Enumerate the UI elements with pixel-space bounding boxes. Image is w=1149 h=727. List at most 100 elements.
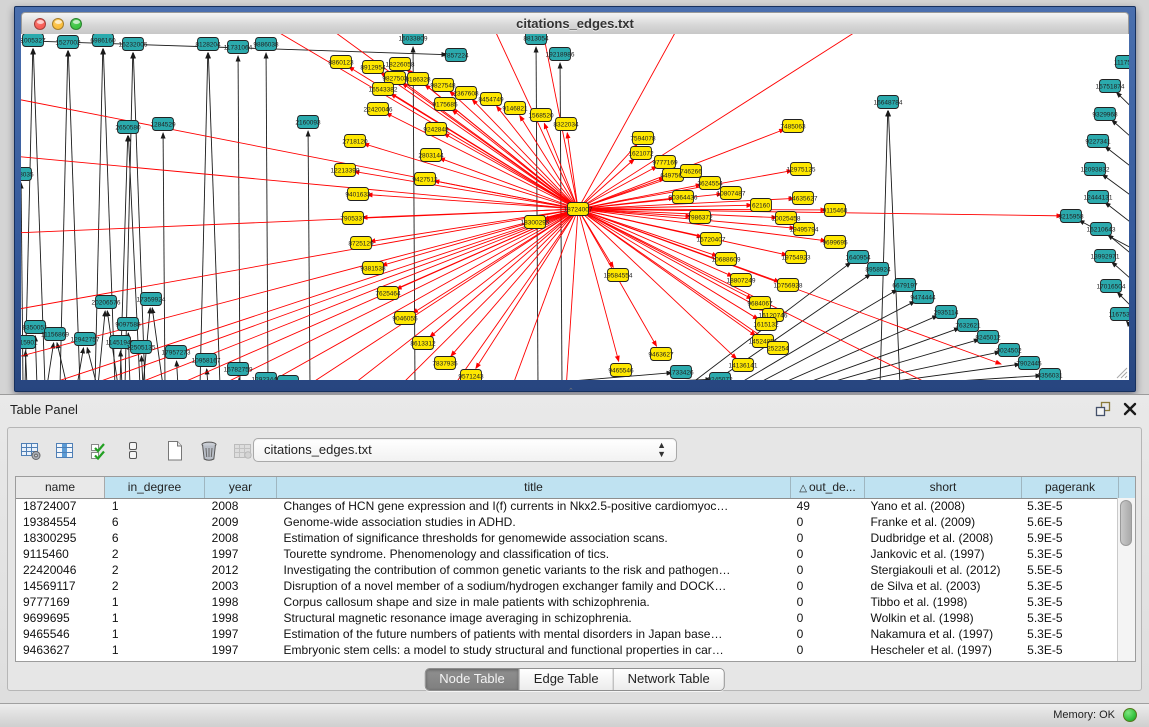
resize-grip[interactable]	[1114, 365, 1128, 379]
table-cell[interactable]: Estimation of the future numbers of pati…	[277, 626, 790, 642]
table-cell[interactable]: Hescheler et al. (1997)	[863, 642, 1020, 658]
table-selector-dropdown[interactable]: citations_edges.txt ▲▼	[253, 438, 677, 462]
table-cell[interactable]: Changes of HCN gene expression and I(f) …	[277, 498, 790, 514]
table-cell[interactable]: 1997	[205, 626, 277, 642]
table-cell[interactable]: de Silva et al. (2003)	[863, 578, 1020, 594]
table-cell[interactable]: 1997	[205, 642, 277, 658]
table-cell[interactable]: 2	[105, 546, 205, 562]
table-cell[interactable]: Estimation of significance thresholds fo…	[277, 530, 790, 546]
table-row[interactable]: 969969511998Structural magnetic resonanc…	[16, 610, 1117, 626]
table-cell[interactable]: Wolkin et al. (1998)	[863, 610, 1020, 626]
table-cell[interactable]: Jankovic et al. (1997)	[863, 546, 1020, 562]
table-cell[interactable]: 0	[790, 626, 864, 642]
table-cell[interactable]: Yano et al. (2008)	[863, 498, 1020, 514]
new-table-icon[interactable]	[160, 438, 190, 464]
network-canvas[interactable]: 1872400788601238912954182260589827503165…	[21, 34, 1129, 380]
table-cell[interactable]: 5.3E-5	[1020, 498, 1117, 514]
window-titlebar[interactable]: citations_edges.txt	[21, 12, 1129, 35]
table-cell[interactable]: 22420046	[16, 562, 105, 578]
table-cell[interactable]: 9463627	[16, 642, 105, 658]
tab-network-table[interactable]: Network Table	[614, 669, 724, 690]
table-cell[interactable]: 2	[105, 578, 205, 594]
show-columns-icon[interactable]	[50, 438, 80, 464]
table-cell[interactable]: 9777169	[16, 594, 105, 610]
table-cell[interactable]: 2003	[205, 578, 277, 594]
table-row[interactable]: 946554611997Estimation of the future num…	[16, 626, 1117, 642]
table-cell[interactable]: Genome-wide association studies in ADHD.	[277, 514, 790, 530]
table-cell[interactable]: 5.9E-5	[1020, 530, 1117, 546]
table-cell[interactable]: 18724007	[16, 498, 105, 514]
table-cell[interactable]: 1	[105, 498, 205, 514]
table-row[interactable]: 1456911722003Disruption of a novel membe…	[16, 578, 1117, 594]
table-cell[interactable]: 9115460	[16, 546, 105, 562]
tab-edge-table[interactable]: Edge Table	[520, 669, 614, 690]
table-cell[interactable]: Nakamura et al. (1997)	[863, 626, 1020, 642]
table-row[interactable]: 1938455462009Genome-wide association stu…	[16, 514, 1117, 530]
table-cell[interactable]: 1	[105, 642, 205, 658]
table-cell[interactable]: Structural magnetic resonance image aver…	[277, 610, 790, 626]
table-cell[interactable]: 0	[790, 610, 864, 626]
table-cell[interactable]: 5.3E-5	[1020, 594, 1117, 610]
table-cell[interactable]: 1997	[205, 546, 277, 562]
float-panel-icon[interactable]	[1095, 401, 1111, 417]
table-cell[interactable]: 1	[105, 594, 205, 610]
table-cell[interactable]: 1998	[205, 594, 277, 610]
table-cell[interactable]: 14569117	[16, 578, 105, 594]
table-cell[interactable]: 2012	[205, 562, 277, 578]
table-cell[interactable]: 0	[790, 594, 864, 610]
table-row[interactable]: 1830029562008Estimation of significance …	[16, 530, 1117, 546]
table-cell[interactable]: Corpus callosum shape and size in male p…	[277, 594, 790, 610]
table-cell[interactable]: 5.3E-5	[1020, 546, 1117, 562]
close-panel-icon[interactable]	[1123, 402, 1137, 416]
column-header-short[interactable]: short	[865, 477, 1022, 498]
table-cell[interactable]: Tibbo et al. (1998)	[863, 594, 1020, 610]
column-header-in_degree[interactable]: in_degree	[105, 477, 205, 498]
table-cell[interactable]: 0	[790, 514, 864, 530]
table-cell[interactable]: 5.3E-5	[1020, 578, 1117, 594]
table-cell[interactable]: Franke et al. (2009)	[863, 514, 1020, 530]
citation-network-graph[interactable]: 1872400788601238912954182260589827503165…	[21, 34, 1129, 380]
table-cell[interactable]: 6	[105, 530, 205, 546]
row-height-icon[interactable]	[118, 438, 148, 464]
table-cell[interactable]: 5.3E-5	[1020, 642, 1117, 658]
table-cell[interactable]: 5.3E-5	[1020, 610, 1117, 626]
table-cell[interactable]: 0	[790, 642, 864, 658]
table-cell[interactable]: 0	[790, 530, 864, 546]
table-cell[interactable]: 2	[105, 562, 205, 578]
scrollbar-thumb[interactable]	[1120, 500, 1132, 546]
table-row[interactable]: 946362711997Embryonic stem cells: a mode…	[16, 642, 1117, 658]
table-cell[interactable]: 18300295	[16, 530, 105, 546]
table-cell[interactable]: 5.6E-5	[1020, 514, 1117, 530]
table-cell[interactable]: 49	[790, 498, 864, 514]
table-cell[interactable]: Tourette syndrome. Phenomenology and cla…	[277, 546, 790, 562]
tab-node-table[interactable]: Node Table	[425, 669, 520, 690]
table-row[interactable]: 911546021997Tourette syndrome. Phenomeno…	[16, 546, 1117, 562]
column-header-name[interactable]: name	[16, 477, 105, 498]
column-header-out_de[interactable]: △out_de...	[791, 477, 865, 498]
table-cell[interactable]: Investigating the contribution of common…	[277, 562, 790, 578]
select-columns-icon[interactable]	[84, 438, 114, 464]
table-cell[interactable]: 1	[105, 610, 205, 626]
table-cell[interactable]: 2009	[205, 514, 277, 530]
table-cell[interactable]: 5.3E-5	[1020, 626, 1117, 642]
table-cell[interactable]: Embryonic stem cells: a model to study s…	[277, 642, 790, 658]
table-cell[interactable]: 0	[790, 546, 864, 562]
table-mode-icon[interactable]	[16, 438, 46, 464]
column-header-title[interactable]: title	[277, 477, 791, 498]
table-cell[interactable]: 1	[105, 626, 205, 642]
table-cell[interactable]: 1998	[205, 610, 277, 626]
column-header-pagerank[interactable]: pagerank	[1022, 477, 1119, 498]
table-cell[interactable]: 2008	[205, 530, 277, 546]
table-row[interactable]: 1872400712008Changes of HCN gene express…	[16, 498, 1117, 514]
table-cell[interactable]: 0	[790, 562, 864, 578]
table-cell[interactable]: 19384554	[16, 514, 105, 530]
table-cell[interactable]: 9699695	[16, 610, 105, 626]
delete-columns-icon[interactable]	[194, 438, 224, 464]
table-cell[interactable]: Stergiakouli et al. (2012)	[863, 562, 1020, 578]
table-cell[interactable]: 6	[105, 514, 205, 530]
table-cell[interactable]: 2008	[205, 498, 277, 514]
table-row[interactable]: 977716911998Corpus callosum shape and si…	[16, 594, 1117, 610]
table-cell[interactable]: Disruption of a novel member of a sodium…	[277, 578, 790, 594]
table-cell[interactable]: Dudbridge et al. (2008)	[863, 530, 1020, 546]
vertical-scrollbar[interactable]	[1117, 498, 1135, 661]
